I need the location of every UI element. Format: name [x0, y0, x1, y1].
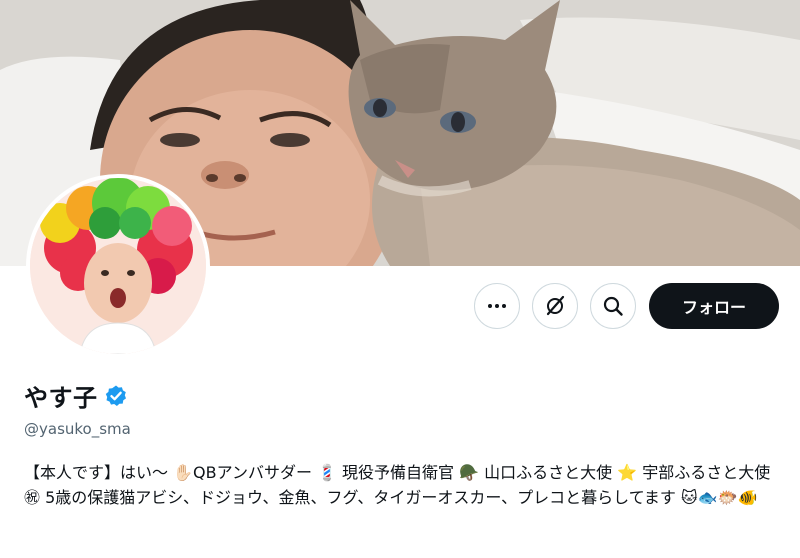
- follow-button[interactable]: フォロー: [649, 283, 779, 329]
- more-dots-icon: [488, 304, 506, 308]
- search-button[interactable]: [590, 283, 636, 329]
- verified-badge-icon[interactable]: [104, 384, 128, 408]
- profile-handle: @yasuko_sma: [24, 420, 131, 438]
- profile-bio: 【本人です】はい〜 ✋🏻QBアンバサダー 💈 現役予備自衛官 🪖 山口ふるさと大…: [24, 463, 771, 507]
- profile-avatar[interactable]: [26, 174, 210, 358]
- grok-icon: [546, 295, 565, 316]
- search-icon: [603, 296, 623, 316]
- profile-name-row: やす子: [24, 378, 128, 413]
- grok-button[interactable]: [532, 283, 578, 329]
- display-name: やす子: [24, 384, 98, 412]
- avatar-image: [30, 178, 206, 354]
- more-button[interactable]: [474, 283, 520, 329]
